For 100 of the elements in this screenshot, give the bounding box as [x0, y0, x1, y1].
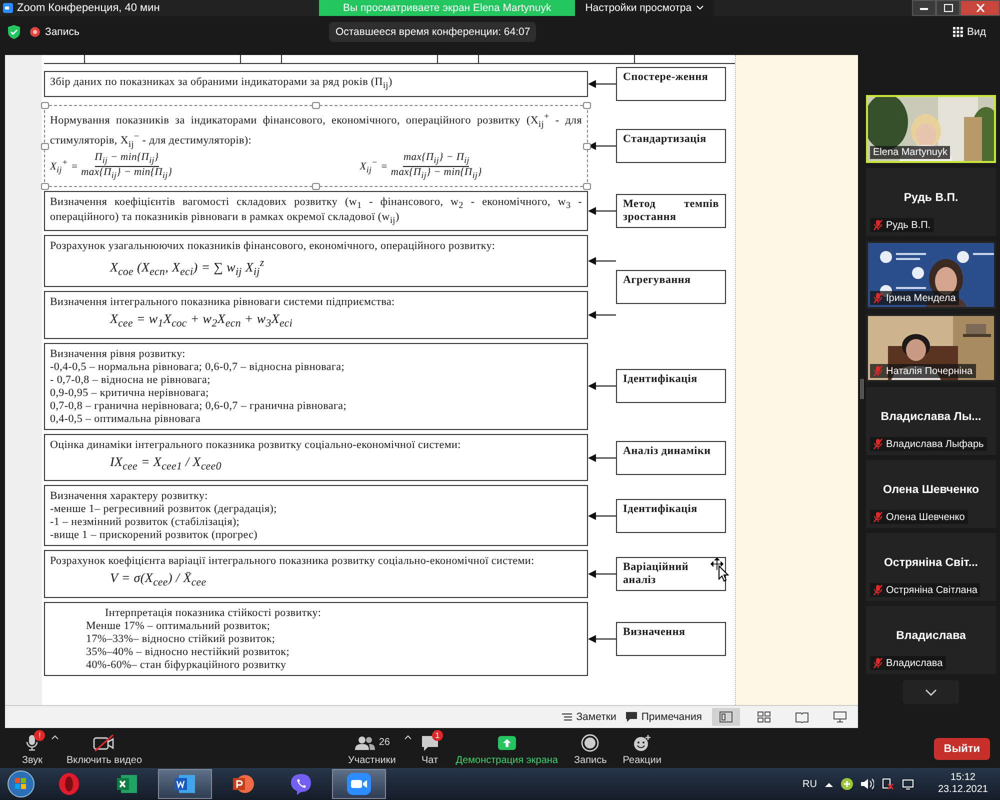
- maximize-icon: [944, 4, 952, 12]
- start-orb-icon[interactable]: [7, 770, 35, 798]
- comment-icon: [626, 712, 638, 722]
- clock-time: 15:12: [950, 772, 976, 784]
- connector-arrow: [588, 310, 616, 319]
- language-indicator[interactable]: RU: [802, 778, 817, 790]
- resize-handle[interactable]: [583, 142, 591, 150]
- connector-arrow: [588, 570, 616, 578]
- resize-handle[interactable]: [41, 102, 49, 109]
- resize-handle[interactable]: [583, 182, 591, 190]
- smiley-plus-icon: [632, 734, 652, 752]
- participant-name: Владислава: [886, 658, 943, 668]
- chevron-down-icon: [696, 5, 704, 11]
- zoom-icon: [346, 772, 372, 796]
- notes-icon: [562, 712, 572, 722]
- view-mode-button[interactable]: [712, 708, 740, 726]
- caret-icon[interactable]: [404, 734, 412, 740]
- toolbar-button[interactable]: Чат 1: [412, 732, 448, 766]
- participant-title: Рудь В.П.: [902, 192, 960, 204]
- view-button[interactable]: Вид: [947, 25, 992, 39]
- move-cursor-icon: [709, 558, 731, 582]
- formula: X$_{сее}$ = w$_{1}$X$_{сос}$ + w$_{2}$X$_{есп}$ + w$_{3}$X$_{есі}$: [108, 310, 294, 332]
- participant-tile[interactable]: Рудь В.П. Рудь В.П.: [866, 168, 996, 236]
- participant-name: Elena Martynuyk: [873, 147, 948, 158]
- alert-badge: !: [34, 730, 46, 740]
- normal-view-icon: [719, 711, 733, 723]
- box-text: Визначення інтегрального показника рівноваги системи підприємства:: [50, 296, 396, 308]
- stage-label: Стандартизація: [616, 128, 726, 163]
- toolbar-button[interactable]: 26 Участники: [340, 732, 404, 766]
- connector-arrow: [588, 142, 616, 150]
- connector-arrow: [588, 454, 616, 462]
- stage-label: Спостере-ження: [616, 67, 726, 101]
- close-button[interactable]: [960, 0, 1000, 16]
- participant-tile[interactable]: Владислава Владислава: [866, 606, 996, 674]
- box-text: 35%–40% – відносно нестійкий розвиток;: [85, 646, 290, 658]
- resize-handle[interactable]: [312, 102, 320, 109]
- connector-arrow: [588, 257, 616, 266]
- box-text: Нормування показників за індикаторами фінансового, економічного, операційного розвитку (X$_{ij}$$^{+}$ - для стимуляторів, X$_{ij}$$^{−}$ - для дестимуляторів):: [50, 110, 582, 150]
- participant-tile[interactable]: Владислава Лы... Владислава Лыфарь: [866, 387, 996, 455]
- box-text: Менше 17% – оптимальний розвиток;: [85, 620, 272, 632]
- connector-arrow: [588, 207, 616, 216]
- notes-button[interactable]: Заметки: [562, 711, 616, 723]
- box-text: - 0,7-0,8 – відносна не рівновага;: [50, 374, 212, 386]
- view-options-button[interactable]: Настройки просмотра: [575, 0, 714, 16]
- box-text: Розрахунок узагальнюючих показників фінансового, економічного, операційного розвитку:: [50, 240, 496, 252]
- excel-icon: [115, 772, 139, 796]
- formula: IX$_{сее}$ = X$_{сее1}$ / X$_{сее0}$: [109, 452, 222, 474]
- box-text: -вище 1 – прискорений розвиток (прогрес): [50, 529, 259, 542]
- box-text: 0,7-0,8 – гранична нерівновага; 0,6-0,7 – гранична рівновага;: [50, 400, 348, 412]
- toolbar-button[interactable]: Звук !: [14, 732, 51, 766]
- book-icon: [795, 711, 809, 723]
- participant-title: Владислава Лы...: [880, 411, 982, 423]
- speaker-icon[interactable]: [860, 778, 874, 790]
- toolbar-button[interactable]: Демонстрация экрана: [448, 732, 566, 766]
- chevron-down-icon: [925, 688, 937, 696]
- network-error-icon[interactable]: [882, 778, 894, 790]
- toolbar-button[interactable]: Реакции: [614, 732, 670, 766]
- plus-circle-icon[interactable]: [840, 778, 853, 790]
- participant-tile[interactable]: Остряніна Світ... Остряніна Світлана: [866, 533, 996, 601]
- box-text: Визначення коефіцієнтів вагомості складових розвитку (w$_{1}$ - фінансового, w$_{2}$ - економічного, w$_{3}$ - операційного) та показників рівноваги в рамках окремої складової (w$_{ij}$): [50, 196, 582, 226]
- caret-icon[interactable]: [824, 782, 833, 786]
- toolbar-button[interactable]: Включить видео: [58, 732, 150, 766]
- leave-button[interactable]: Выйти: [934, 738, 990, 760]
- caret-icon[interactable]: [50, 734, 59, 740]
- box-text: Оцінка динаміки інтегрального показника розвитку соціально-економічної системи:: [50, 438, 462, 451]
- stage-label: Метод темпів зростання: [616, 194, 726, 228]
- toolbar-button[interactable]: Запись: [566, 732, 615, 766]
- camera-icon: [92, 734, 116, 752]
- box-text: Збір даних по показниках за обраними індикаторами за ряд років (П$_{ij}$): [50, 76, 394, 92]
- connector-arrow: [588, 80, 616, 88]
- resize-handle[interactable]: [41, 182, 49, 190]
- box-text: -0,4-0,5 – нормальна рівновага; 0,6-0,7 – відносна рівновага;: [50, 360, 346, 373]
- taskbar-app[interactable]: [332, 769, 386, 799]
- stage-label: Визначення: [616, 622, 726, 656]
- participant-title: Олена Шевченко: [882, 484, 980, 496]
- opera-icon: [57, 772, 81, 796]
- comments-button[interactable]: Примечания: [626, 711, 702, 723]
- connector-arrow: [588, 634, 616, 643]
- minimize-icon: [920, 6, 928, 10]
- resize-grip-icon[interactable]: [860, 379, 864, 399]
- stage-label: Ідентифікація: [616, 369, 726, 404]
- participant-tile[interactable]: Elena Martynuyk: [866, 95, 996, 163]
- resize-handle[interactable]: [312, 182, 320, 190]
- box-text: 40%-60%– стан біфуркаційного розвитку: [85, 658, 288, 671]
- minimize-button[interactable]: [912, 0, 936, 16]
- grid-view-icon: [757, 711, 771, 723]
- box-text: 0,9-0,95 – критична нерівновага;: [50, 386, 210, 399]
- participant-tile[interactable]: Олена Шевченко Олена Шевченко: [866, 460, 996, 528]
- word-icon: [173, 772, 197, 796]
- box-text: 0,4-0,5 – оптимальна рівновага: [50, 412, 202, 425]
- participant-tile[interactable]: Ірина Мендела: [866, 241, 996, 309]
- resize-handle[interactable]: [41, 142, 49, 150]
- maximize-button[interactable]: [936, 0, 960, 16]
- banner-text: Вы просматриваете экран Elena Martynuyk: [343, 2, 552, 14]
- resize-handle[interactable]: [583, 102, 591, 109]
- participant-name: Олена Шевченко: [886, 512, 965, 522]
- monitor-icon[interactable]: [902, 778, 914, 790]
- close-icon: [976, 4, 984, 12]
- stage-label: Ідентифікація: [616, 498, 726, 533]
- participant-tile[interactable]: Наталія Почерніна: [866, 314, 996, 382]
